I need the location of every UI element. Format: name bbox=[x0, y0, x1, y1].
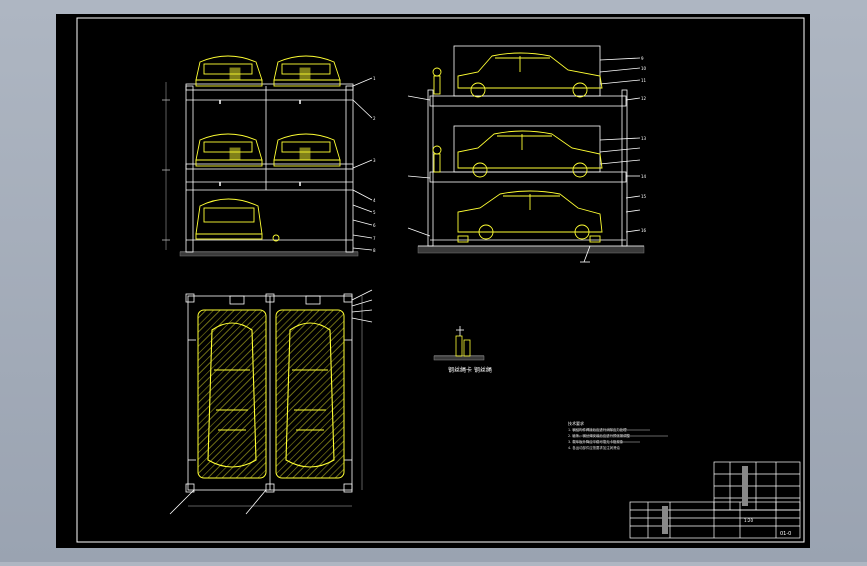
drawing-scale: 1:20 bbox=[744, 518, 753, 523]
side-ground bbox=[417, 245, 645, 254]
detail-caption: 钢丝绳卡 钢丝绳 bbox=[448, 366, 492, 374]
callout-11: 11 bbox=[641, 78, 647, 83]
note-line-4: 4. 各运动部件应按要求加注润滑油 bbox=[568, 445, 620, 450]
note-line-1: 1. 钢结构件焊接后应进行消除应力处理 bbox=[568, 427, 627, 432]
callout-12: 12 bbox=[641, 96, 647, 101]
callout-13: 13 bbox=[641, 136, 647, 141]
ground-hatch bbox=[179, 251, 359, 257]
callout-10: 10 bbox=[641, 66, 647, 71]
notes-heading: 技术要求 bbox=[568, 420, 584, 426]
drawing-number: 01-0 bbox=[780, 531, 791, 537]
drawing-sheet: 钢丝绳卡 钢丝绳 技术要求 1. 钢结构件焊接后应进行消除应力处理 2. 链条、… bbox=[56, 14, 810, 548]
note-line-2: 2. 链条、钢丝绳安装后应进行预张紧调整 bbox=[568, 433, 631, 438]
callout-16: 16 bbox=[641, 228, 647, 233]
note-line-3: 3. 载车板升降应平稳可靠无卡阻现象 bbox=[568, 439, 624, 444]
cad-drawing-viewport: 钢丝绳卡 钢丝绳 技术要求 1. 钢结构件焊接后应进行消除应力处理 2. 链条、… bbox=[0, 0, 867, 562]
callout-15: 15 bbox=[641, 194, 647, 199]
callout-14: 14 bbox=[641, 174, 647, 179]
